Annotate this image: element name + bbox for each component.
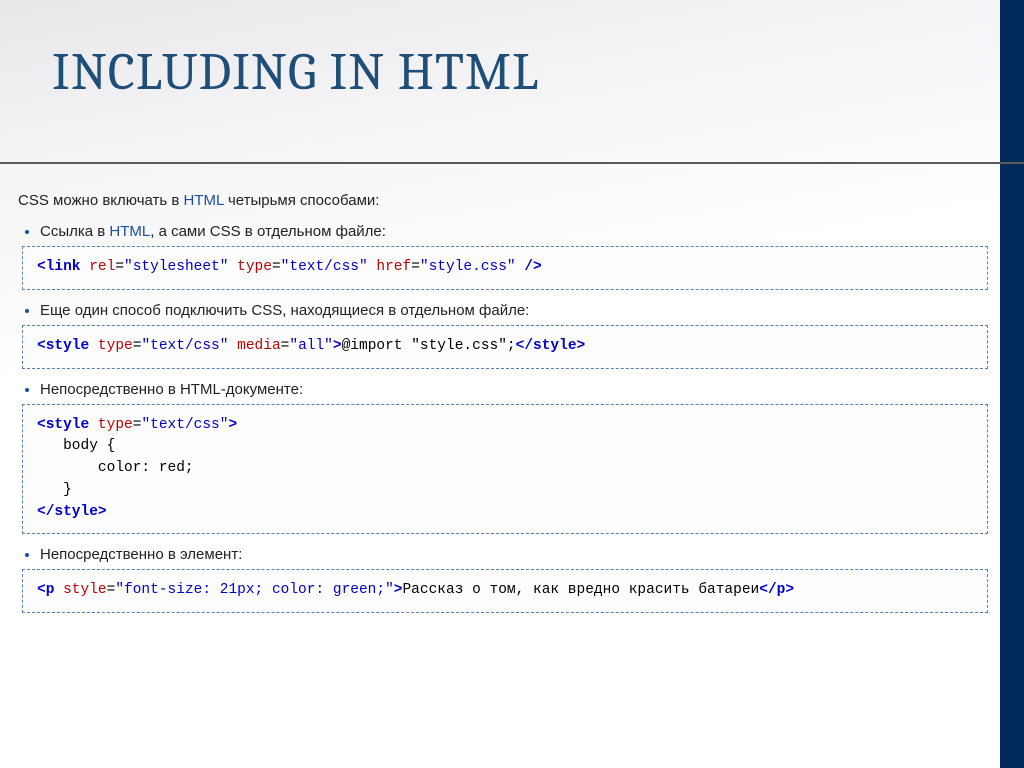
- method-item-1: Ссылка в HTML, а сами CSS в отдельном фа…: [40, 223, 988, 290]
- title-rule: [0, 162, 1024, 164]
- slide-content: CSS можно включать в HTML четырьмя спосо…: [18, 192, 988, 625]
- intro-pre: CSS можно включать в: [18, 192, 184, 209]
- methods-list: Ссылка в HTML, а сами CSS в отдельном фа…: [18, 223, 988, 613]
- method-item-4: Непосредственно в элемент: <p style="fon…: [40, 546, 988, 613]
- intro-html-link: HTML: [184, 192, 224, 209]
- slide: INCLUDING IN HTML CSS можно включать в H…: [0, 0, 1024, 768]
- slide-title: INCLUDING IN HTML: [52, 42, 539, 102]
- method-item-2: Еще один способ подключить CSS, находящи…: [40, 302, 988, 369]
- method-item-3: Непосредственно в HTML-документе: <style…: [40, 381, 988, 535]
- method-3-label: Непосредственно в HTML-документе:: [40, 381, 303, 398]
- method-1-label: Ссылка в HTML, а сами CSS в отдельном фа…: [40, 223, 386, 240]
- accent-sidebar: [1000, 0, 1024, 768]
- code-box-4: <p style="font-size: 21px; color: green;…: [22, 569, 988, 613]
- code-box-2: <style type="text/css" media="all">@impo…: [22, 325, 988, 369]
- code-box-3: <style type="text/css"> body { color: re…: [22, 404, 988, 535]
- method-4-label: Непосредственно в элемент:: [40, 546, 242, 563]
- code-box-1: <link rel="stylesheet" type="text/css" h…: [22, 246, 988, 290]
- intro-post: четырьмя способами:: [224, 192, 380, 209]
- intro-text: CSS можно включать в HTML четырьмя спосо…: [18, 192, 988, 209]
- method-2-label: Еще один способ подключить CSS, находящи…: [40, 302, 529, 319]
